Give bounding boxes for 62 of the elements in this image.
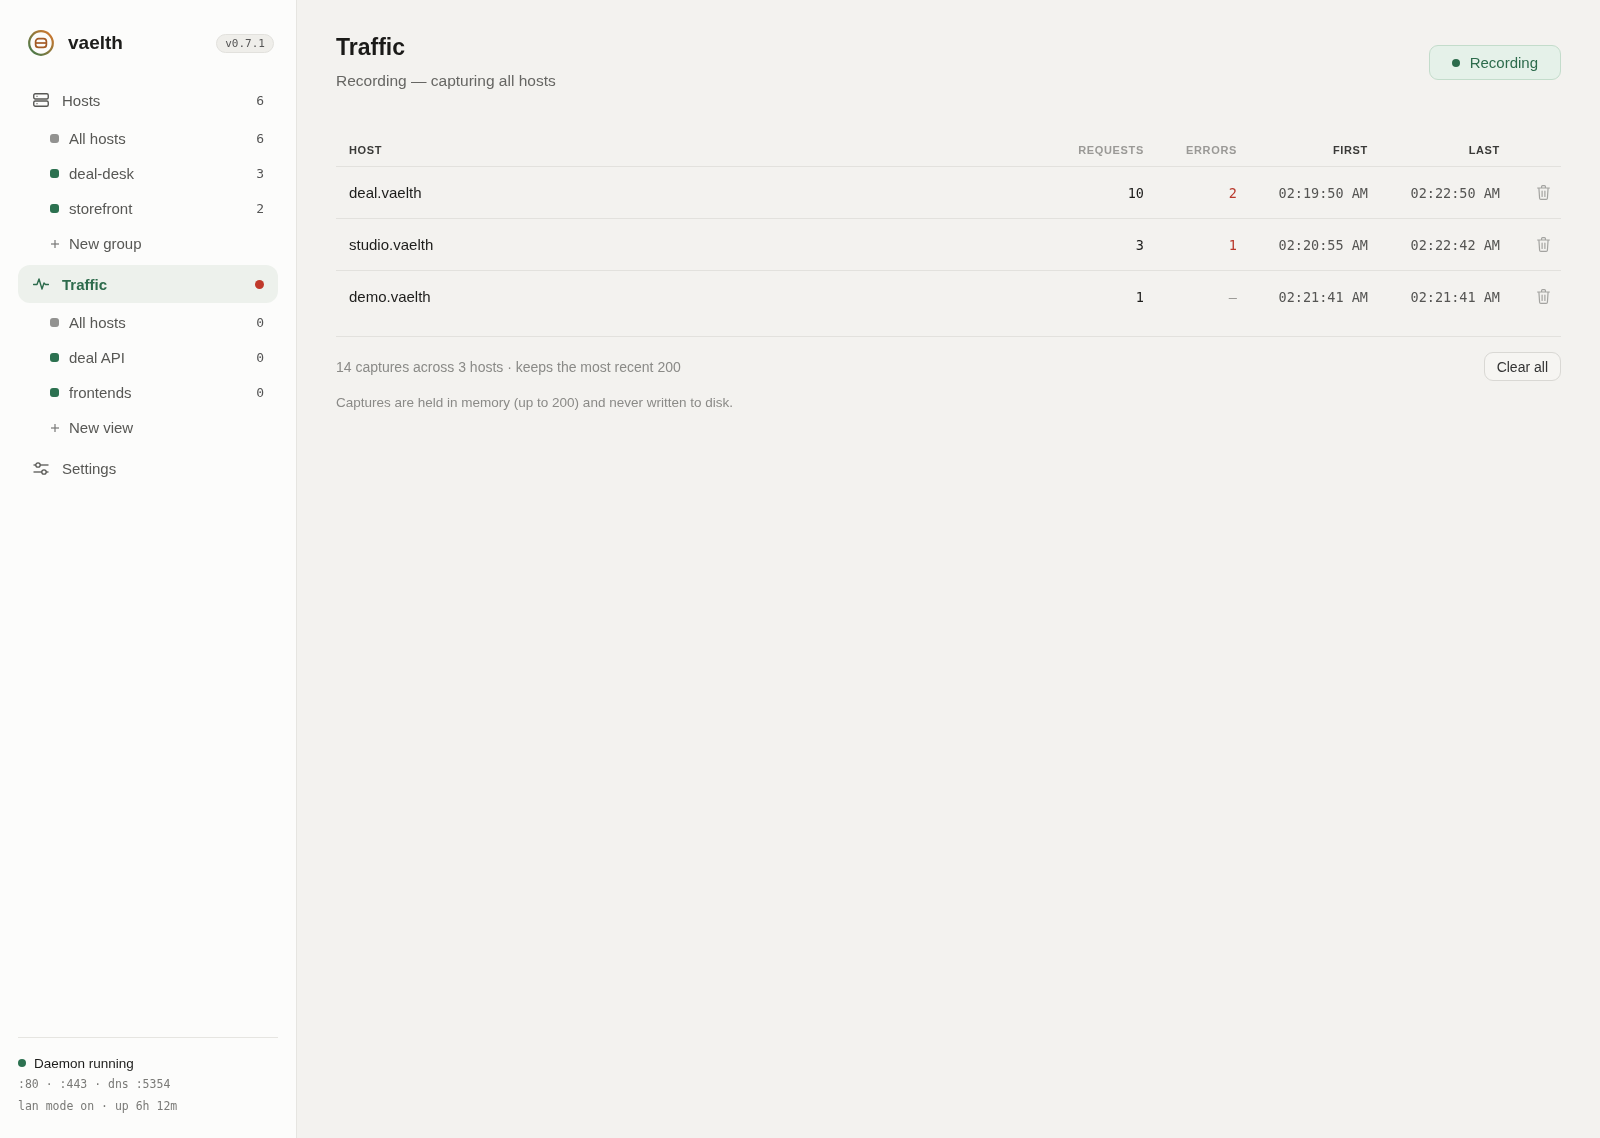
host-cell-text: demo.vaelth [348,288,431,305]
sidebar-item[interactable]: Traffic [18,265,278,303]
column-header: FIRST [1332,144,1368,156]
server-icon [33,93,49,107]
errors-cell: — [1228,288,1237,305]
time-cell: 02:22:50 AM [1410,184,1500,201]
sliders-icon [33,461,49,475]
trash-icon [1537,289,1550,304]
filter-item[interactable]: All hosts 0 [18,305,278,340]
time-cell: 02:21:41 AM [1278,288,1368,305]
item-count: 0 [256,385,264,400]
status-dot-icon [1451,58,1460,67]
filter-item[interactable]: frontends 0 [18,375,278,410]
requests-cell: 1 [1135,288,1144,305]
daemon-status: Daemon running [34,1055,134,1071]
memory-note: Captures are held in memory (up to 200) and never written to disk. [336,394,734,412]
page-title: Traffic [336,33,407,61]
delete-button[interactable] [1537,185,1550,200]
sidebar-item[interactable]: Settings [18,449,278,487]
filter-item[interactable]: deal API 0 [18,340,278,375]
plus-icon [50,423,59,432]
sidebar-item[interactable]: Hosts 6 [18,81,278,119]
filter-item[interactable]: storefront 2 [18,191,278,226]
trash-icon [1537,185,1550,200]
filter-item[interactable]: All hosts 6 [18,121,278,156]
item-count: 6 [256,92,264,108]
filter-item[interactable]: deal-desk 3 [18,156,278,191]
clear-all-button[interactable]: Clear all [1483,352,1561,381]
trash-icon [1537,237,1550,252]
delete-button[interactable] [1537,237,1550,252]
capture-summary: 14 captures across 3 hosts · keeps the most recent 200 [336,358,681,375]
item-count: 3 [256,166,264,181]
requests-cell: 10 [1127,184,1144,201]
column-header: HOST [348,144,383,156]
delete-button[interactable] [1537,289,1550,304]
time-cell: 02:22:42 AM [1410,236,1500,253]
version-tag: v0.7.1 [216,33,274,53]
logo-icon [28,30,54,56]
time-cell: 02:19:50 AM [1278,184,1368,201]
item-count: 0 [256,315,264,330]
add-item-button[interactable]: New group [18,226,278,261]
column-header: ERRORS [1185,144,1237,156]
page-subtitle: Recording — capturing all hosts [336,71,556,91]
host-cell-text: deal.vaelth [348,184,422,201]
host-cell-text: studio.vaelth [348,236,434,253]
item-count: 0 [256,350,264,365]
plus-icon [50,239,59,248]
time-cell: 02:20:55 AM [1278,236,1368,253]
daemon-info: lan mode on · up 6h 12m [18,1098,179,1115]
requests-cell: 3 [1135,236,1144,253]
add-item-button[interactable]: New view [18,410,278,445]
time-cell: 02:21:41 AM [1410,288,1500,305]
item-count: 2 [256,201,264,216]
pulse-icon [33,278,49,290]
app-name: vaelth [68,32,123,54]
column-header: REQUESTS [1078,144,1144,156]
daemon-info: :80 · :443 · dns :5354 [18,1076,172,1093]
item-count: 6 [256,131,264,146]
errors-cell: 2 [1228,184,1237,201]
errors-cell: 1 [1228,236,1237,253]
recording-toggle[interactable]: Recording [1428,45,1561,80]
column-header: LAST [1468,144,1500,156]
